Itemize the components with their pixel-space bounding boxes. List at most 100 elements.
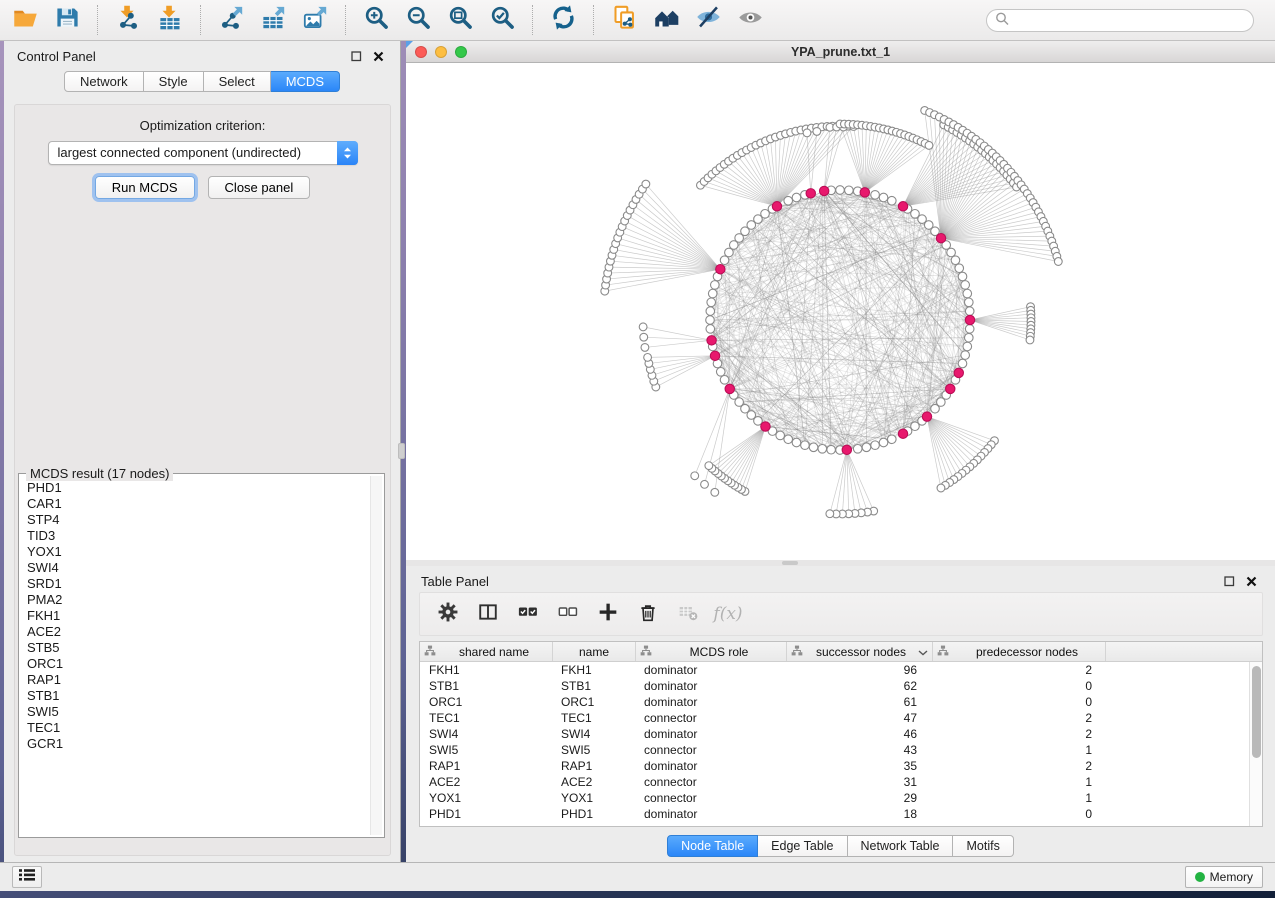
mcds-hub-node[interactable]	[898, 429, 907, 438]
network-node[interactable]	[964, 333, 973, 342]
mcds-hub-node[interactable]	[936, 233, 945, 242]
network-node[interactable]	[776, 431, 785, 440]
close-window-icon[interactable]	[415, 46, 427, 58]
export-image-button[interactable]	[294, 2, 336, 38]
mcds-hub-node[interactable]	[842, 445, 851, 454]
horizontal-splitter-grip[interactable]	[782, 561, 798, 565]
network-node[interactable]	[947, 248, 956, 257]
network-node[interactable]	[836, 186, 845, 195]
task-history-button[interactable]	[12, 866, 42, 888]
close-panel-button[interactable]: Close panel	[208, 176, 311, 199]
network-window-titlebar[interactable]: YPA_prune.txt_1	[406, 41, 1275, 63]
settings-button[interactable]	[430, 596, 466, 632]
network-node[interactable]	[641, 344, 649, 352]
network-node[interactable]	[1054, 258, 1062, 266]
cell-predecessor-nodes[interactable]: 1	[933, 774, 1106, 790]
search-input[interactable]	[1014, 13, 1245, 27]
cell-name[interactable]: ACE2	[553, 774, 636, 790]
cell-successor-nodes[interactable]: 96	[787, 662, 933, 678]
mcds-hub-node[interactable]	[710, 351, 719, 360]
mcds-hub-node[interactable]	[716, 265, 725, 274]
mcds-hub-node[interactable]	[707, 336, 716, 345]
network-node[interactable]	[711, 488, 719, 496]
mcds-list-scrollbar[interactable]	[370, 476, 382, 835]
network-node[interactable]	[803, 129, 811, 137]
cell-successor-nodes[interactable]: 47	[787, 710, 933, 726]
mcds-node-item[interactable]: STP4	[27, 512, 368, 528]
table-row[interactable]: RAP1RAP1dominator352	[420, 758, 1262, 774]
table-row[interactable]: TEC1TEC1connector472	[420, 710, 1262, 726]
cell-successor-nodes[interactable]: 46	[787, 726, 933, 742]
cell-successor-nodes[interactable]: 18	[787, 806, 933, 822]
cell-name[interactable]: TEC1	[553, 710, 636, 726]
duplicate-network-button[interactable]	[603, 2, 645, 38]
network-canvas[interactable]	[406, 63, 1275, 560]
cell-predecessor-nodes[interactable]: 2	[933, 726, 1106, 742]
mcds-node-item[interactable]: YOX1	[27, 544, 368, 560]
network-node[interactable]	[784, 196, 793, 205]
cell-name[interactable]: RAP1	[553, 758, 636, 774]
table-row[interactable]: STB1STB1dominator620	[420, 678, 1262, 694]
optimization-criterion-select[interactable]: largest connected component (undirected)	[48, 141, 358, 165]
mcds-hub-node[interactable]	[898, 202, 907, 211]
cell-successor-nodes[interactable]: 61	[787, 694, 933, 710]
table-row[interactable]: FKH1FKH1dominator962	[420, 662, 1262, 678]
network-node[interactable]	[871, 191, 880, 200]
mcds-node-item[interactable]: TID3	[27, 528, 368, 544]
network-node[interactable]	[965, 307, 974, 316]
maximize-window-icon[interactable]	[455, 46, 467, 58]
tab-node-table[interactable]: Node Table	[667, 835, 758, 857]
table-scrollbar[interactable]	[1249, 662, 1262, 826]
cell-predecessor-nodes[interactable]: 1	[933, 790, 1106, 806]
mcds-hub-node[interactable]	[819, 186, 828, 195]
refresh-button[interactable]	[542, 2, 584, 38]
column-header-successor-nodes[interactable]: successor nodes	[787, 642, 933, 661]
mcds-hub-node[interactable]	[806, 189, 815, 198]
select-all-button[interactable]	[510, 596, 546, 632]
cell-MCDS-role[interactable]: dominator	[636, 662, 787, 678]
sort-menu-icon[interactable]	[915, 645, 928, 659]
table-row[interactable]: SWI5SWI5connector431	[420, 742, 1262, 758]
cell-shared-name[interactable]: YOX1	[420, 790, 553, 806]
network-node[interactable]	[792, 438, 801, 447]
network-node[interactable]	[705, 462, 713, 470]
network-node[interactable]	[711, 281, 720, 290]
cell-predecessor-nodes[interactable]: 0	[933, 694, 1106, 710]
cell-predecessor-nodes[interactable]: 2	[933, 662, 1106, 678]
import-table-button[interactable]	[149, 2, 191, 38]
column-header-name[interactable]: name	[553, 642, 636, 661]
mcds-node-item[interactable]: RAP1	[27, 672, 368, 688]
mcds-node-item[interactable]: PHD1	[27, 480, 368, 496]
table-row[interactable]: YOX1YOX1connector291	[420, 790, 1262, 806]
network-node[interactable]	[961, 351, 970, 360]
mcds-hub-node[interactable]	[772, 202, 781, 211]
mcds-node-item[interactable]: TEC1	[27, 720, 368, 736]
network-node[interactable]	[871, 441, 880, 450]
network-node[interactable]	[951, 256, 960, 265]
show-all-button[interactable]	[729, 2, 771, 38]
network-node[interactable]	[845, 186, 854, 195]
cell-MCDS-role[interactable]: connector	[636, 710, 787, 726]
network-node[interactable]	[801, 441, 810, 450]
network-node[interactable]	[887, 435, 896, 444]
network-node[interactable]	[720, 256, 729, 265]
cell-successor-nodes[interactable]: 43	[787, 742, 933, 758]
network-node[interactable]	[925, 141, 933, 149]
network-node[interactable]	[720, 376, 729, 385]
network-node[interactable]	[640, 333, 648, 341]
cell-name[interactable]: PHD1	[553, 806, 636, 822]
mcds-hub-node[interactable]	[860, 188, 869, 197]
cell-predecessor-nodes[interactable]: 2	[933, 710, 1106, 726]
cell-successor-nodes[interactable]: 29	[787, 790, 933, 806]
mcds-node-item[interactable]: SWI4	[27, 560, 368, 576]
memory-button[interactable]: Memory	[1185, 866, 1263, 888]
column-header-MCDS-role[interactable]: MCDS role	[636, 642, 787, 661]
mcds-hub-node[interactable]	[946, 384, 955, 393]
table-row[interactable]: ORC1ORC1dominator610	[420, 694, 1262, 710]
tab-network-table[interactable]: Network Table	[848, 835, 954, 857]
network-node[interactable]	[958, 359, 967, 368]
cell-predecessor-nodes[interactable]: 0	[933, 806, 1106, 822]
network-node[interactable]	[931, 404, 940, 413]
network-node[interactable]	[639, 323, 647, 331]
column-header-shared-name[interactable]: shared name	[420, 642, 553, 661]
